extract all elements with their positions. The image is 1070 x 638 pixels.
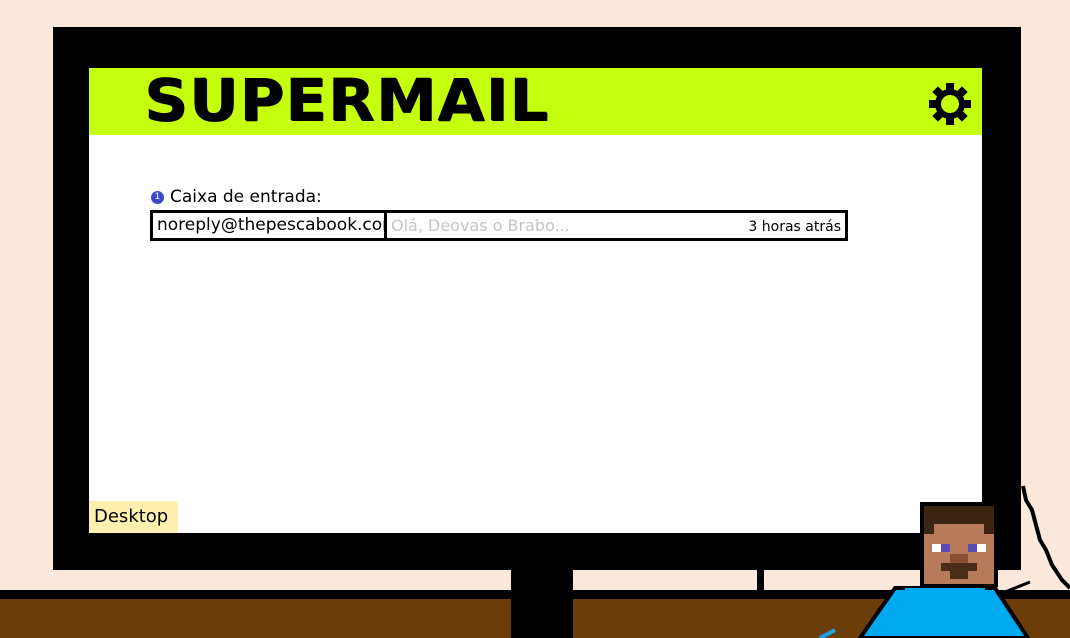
app-header: SUPERMAIL <box>89 68 982 135</box>
inbox-header: 1 Caixa de entrada: <box>151 186 322 208</box>
mail-timestamp: 3 horas atrás <box>748 219 841 235</box>
app-logo: SUPERMAIL <box>144 68 550 134</box>
monitor-stand <box>511 568 573 638</box>
mail-subject: Olá, Deovas o Brabo... <box>391 216 570 235</box>
unread-count-badge: 1 <box>151 190 164 204</box>
mail-sender: noreply@thepescabook.com <box>153 213 387 238</box>
desktop-button[interactable]: Desktop <box>89 501 178 533</box>
monitor-screen: SUPERMAIL 1 Caixa de entrada: noreply@th… <box>89 68 982 533</box>
mail-list-item[interactable]: noreply@thepescabook.com Olá, Deovas o B… <box>150 210 848 241</box>
gear-icon[interactable] <box>927 81 973 127</box>
inbox-label: Caixa de entrada: <box>170 187 322 207</box>
steve-character <box>819 485 1070 638</box>
mail-preview: Olá, Deovas o Brabo... 3 horas atrás <box>387 213 845 238</box>
cable-post <box>757 568 764 592</box>
